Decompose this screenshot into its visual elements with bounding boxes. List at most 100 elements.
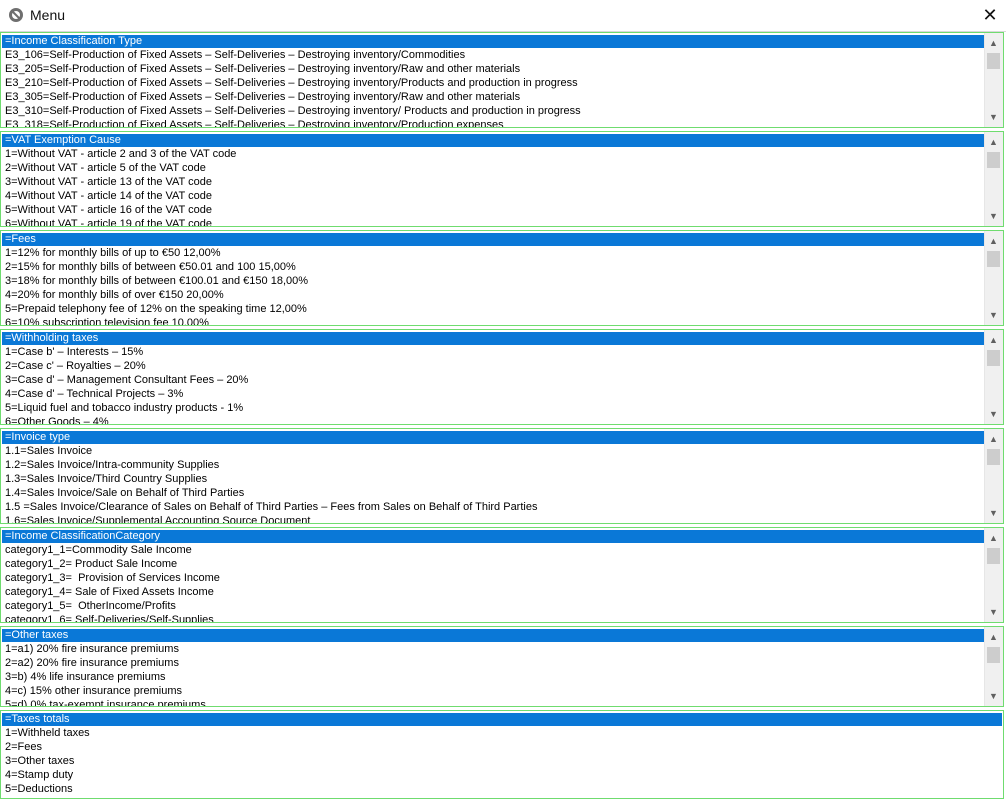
list-item[interactable]: 4=20% for monthly bills of over €150 20,… [2,288,984,302]
list-item[interactable]: E3_106=Self-Production of Fixed Assets –… [2,48,984,62]
list-item[interactable]: category1_4= Sale of Fixed Assets Income [2,585,984,599]
list-item[interactable]: 4=Case d' – Technical Projects – 3% [2,387,984,401]
panel-vat-exemption-cause: =VAT Exemption Cause 1=Without VAT - arti… [0,131,1004,227]
list-item[interactable]: 5=Prepaid telephony fee of 12% on the sp… [2,302,984,316]
panel-header[interactable]: =Invoice type [2,431,984,444]
panel-header[interactable]: =Fees [2,233,984,246]
vertical-scrollbar[interactable]: ▲ ▼ [984,330,1003,424]
panel-list: category1_1=Commodity Sale Income categor… [2,543,984,622]
panel-list: 1=Withheld taxes 2=Fees 3=Other taxes 4=Sta… [2,726,1002,798]
list-item[interactable]: 2=15% for monthly bills of between €50.0… [2,260,984,274]
scroll-up-icon[interactable]: ▲ [985,629,1002,645]
panel-header[interactable]: =Withholding taxes [2,332,984,345]
scroll-thumb[interactable] [987,548,1000,564]
vertical-scrollbar[interactable]: ▲ ▼ [984,231,1003,325]
list-item[interactable]: 6=Other Goods – 4% [2,415,984,424]
scroll-up-icon[interactable]: ▲ [985,332,1002,348]
list-item[interactable]: 3=18% for monthly bills of between €100.… [2,274,984,288]
panel-header[interactable]: =Other taxes [2,629,984,642]
list-item[interactable]: 4=c) 15% other insurance premiums [2,684,984,698]
list-item[interactable]: 3=b) 4% life insurance premiums [2,670,984,684]
list-item[interactable]: 2=a2) 20% fire insurance premiums [2,656,984,670]
panel-header[interactable]: =Taxes totals [2,713,1002,726]
close-button[interactable]: ✕ [974,0,1006,31]
scroll-thumb[interactable] [987,53,1000,69]
scroll-thumb[interactable] [987,449,1000,465]
scroll-up-icon[interactable]: ▲ [985,431,1002,447]
vertical-scrollbar[interactable]: ▲ ▼ [984,429,1003,523]
list-item[interactable]: E3_205=Self-Production of Fixed Assets –… [2,62,984,76]
list-item[interactable]: E3_310=Self-Production of Fixed Assets –… [2,104,984,118]
list-item[interactable]: category1_5= OtherIncome/Profits [2,599,984,613]
scroll-thumb[interactable] [987,350,1000,366]
list-item[interactable]: 1.1=Sales Invoice [2,444,984,458]
list-item[interactable]: 5=Without VAT - article 16 of the VAT co… [2,203,984,217]
list-item[interactable]: category1_2= Product Sale Income [2,557,984,571]
list-item[interactable]: 1=12% for monthly bills of up to €50 12,… [2,246,984,260]
list-item[interactable]: 1=Case b' – Interests – 15% [2,345,984,359]
list-item[interactable]: E3_210=Self-Production of Fixed Assets –… [2,76,984,90]
list-item[interactable]: E3_318=Self-Production of Fixed Assets –… [2,118,984,127]
list-item[interactable]: 4=Stamp duty [2,768,1002,782]
panel-list: 1=12% for monthly bills of up to €50 12,… [2,246,984,325]
list-item[interactable]: 3=Without VAT - article 13 of the VAT co… [2,175,984,189]
list-item[interactable]: category1_1=Commodity Sale Income [2,543,984,557]
scroll-thumb[interactable] [987,152,1000,168]
list-item[interactable]: 1.4=Sales Invoice/Sale on Behalf of Thir… [2,486,984,500]
panel-taxes-totals: =Taxes totals 1=Withheld taxes 2=Fees 3=Oth… [0,710,1004,799]
scroll-up-icon[interactable]: ▲ [985,134,1002,150]
list-item[interactable]: 1.2=Sales Invoice/Intra-community Suppli… [2,458,984,472]
panel-list: 1.1=Sales Invoice 1.2=Sales Invoice/Intra… [2,444,984,523]
vertical-scrollbar[interactable]: ▲ ▼ [984,627,1003,706]
scroll-down-icon[interactable]: ▼ [985,688,1002,704]
scroll-up-icon[interactable]: ▲ [985,35,1002,51]
list-item[interactable]: category1_3= Provision of Services Incom… [2,571,984,585]
list-item[interactable]: 2=Case c' – Royalties – 20% [2,359,984,373]
list-item[interactable]: 6=Without VAT - article 19 of the VAT co… [2,217,984,226]
list-item[interactable]: 5=Liquid fuel and tobacco industry produ… [2,401,984,415]
list-item[interactable]: 3=Other taxes [2,754,1002,768]
list-item[interactable]: 5=Deductions [2,782,1002,796]
panel-income-classification-type: =Income Classification Type E3_106=Self-P… [0,32,1004,128]
scroll-down-icon[interactable]: ▼ [985,505,1002,521]
list-item[interactable]: 5=d) 0% tax-exempt insurance premiums [2,698,984,706]
panel-header[interactable]: =Income Classification Type [2,35,984,48]
list-item[interactable]: 2=Without VAT - article 5 of the VAT cod… [2,161,984,175]
panel-withholding-taxes: =Withholding taxes 1=Case b' – Interests … [0,329,1004,425]
panel-list: 1=Case b' – Interests – 15% 2=Case c' – R… [2,345,984,424]
title-bar: Menu ✕ [0,0,1006,32]
list-item[interactable]: 3=Case d' – Management Consultant Fees –… [2,373,984,387]
vertical-scrollbar[interactable]: ▲ ▼ [984,528,1003,622]
panel-income-classification-category: =Income ClassificationCategory category1_… [0,527,1004,623]
scroll-up-icon[interactable]: ▲ [985,530,1002,546]
list-item[interactable]: 2=Fees [2,740,1002,754]
list-item[interactable]: 1=Withheld taxes [2,726,1002,740]
app-icon [9,8,23,22]
scroll-up-icon[interactable]: ▲ [985,233,1002,249]
panel-list: 1=Without VAT - article 2 and 3 of the V… [2,147,984,226]
list-item[interactable]: 1.6=Sales Invoice/Supplemental Accountin… [2,514,984,523]
scroll-down-icon[interactable]: ▼ [985,406,1002,422]
list-item[interactable]: 1=a1) 20% fire insurance premiums [2,642,984,656]
scroll-thumb[interactable] [987,647,1000,663]
panel-fees: =Fees 1=12% for monthly bills of up to €5… [0,230,1004,326]
vertical-scrollbar[interactable]: ▲ ▼ [984,33,1003,127]
list-item[interactable]: 1=Without VAT - article 2 and 3 of the V… [2,147,984,161]
scroll-down-icon[interactable]: ▼ [985,208,1002,224]
list-item[interactable]: 1.5 =Sales Invoice/Clearance of Sales on… [2,500,984,514]
panel-header[interactable]: =VAT Exemption Cause [2,134,984,147]
panel-list: 1=a1) 20% fire insurance premiums 2=a2) 2… [2,642,984,706]
scroll-down-icon[interactable]: ▼ [985,307,1002,323]
panel-other-taxes: =Other taxes 1=a1) 20% fire insurance pre… [0,626,1004,707]
list-item[interactable]: category1_6= Self-Deliveries/Self-Suppli… [2,613,984,622]
panel-header[interactable]: =Income ClassificationCategory [2,530,984,543]
list-item[interactable]: E3_305=Self-Production of Fixed Assets –… [2,90,984,104]
list-item[interactable]: 6=10% subscription television fee 10,00% [2,316,984,325]
panel-invoice-type: =Invoice type 1.1=Sales Invoice 1.2=Sales … [0,428,1004,524]
vertical-scrollbar[interactable]: ▲ ▼ [984,132,1003,226]
scroll-down-icon[interactable]: ▼ [985,604,1002,620]
scroll-thumb[interactable] [987,251,1000,267]
list-item[interactable]: 4=Without VAT - article 14 of the VAT co… [2,189,984,203]
list-item[interactable]: 1.3=Sales Invoice/Third Country Supplies [2,472,984,486]
scroll-down-icon[interactable]: ▼ [985,109,1002,125]
